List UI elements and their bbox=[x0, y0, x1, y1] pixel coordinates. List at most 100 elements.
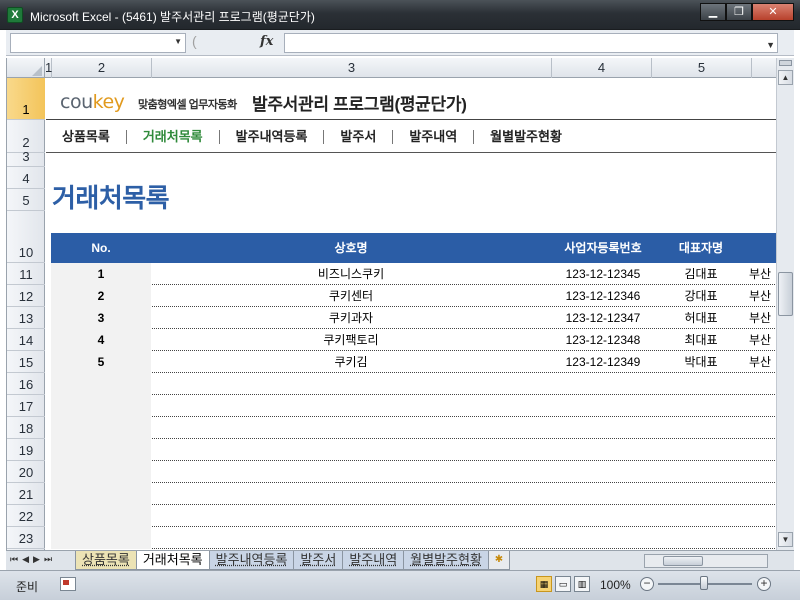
cell-address[interactable]: 부산 bbox=[749, 307, 777, 329]
nav-item-order-history[interactable]: 발주내역 bbox=[393, 129, 475, 144]
insert-function-icon[interactable]: fx bbox=[260, 34, 273, 49]
nav-item-order-entry[interactable]: 발주내역등록 bbox=[220, 129, 325, 144]
cell-no[interactable]: 5 bbox=[51, 351, 151, 373]
header-company-name[interactable]: 상호명 bbox=[151, 233, 551, 263]
row-header-10[interactable]: 10 bbox=[7, 211, 45, 263]
cell-no[interactable] bbox=[51, 417, 151, 439]
horizontal-scrollbar[interactable] bbox=[644, 554, 768, 568]
scroll-down-icon[interactable]: ▼ bbox=[778, 532, 793, 547]
row-header-13[interactable]: 13 bbox=[7, 307, 45, 329]
empty-row[interactable] bbox=[51, 483, 777, 505]
cell-no[interactable]: 3 bbox=[51, 307, 151, 329]
header-business-number[interactable]: 사업자등록번호 bbox=[551, 233, 655, 263]
row-header-21[interactable]: 21 bbox=[7, 483, 45, 505]
column-header-4[interactable]: 4 bbox=[552, 58, 652, 78]
row-header-19[interactable]: 19 bbox=[7, 439, 45, 461]
macro-record-icon[interactable] bbox=[60, 577, 76, 591]
cell-representative[interactable]: 강대표 bbox=[655, 285, 747, 307]
row-header-5[interactable]: 5 bbox=[7, 189, 45, 211]
sheet-tab-order-history[interactable]: 발주내역 bbox=[342, 551, 405, 570]
vertical-scrollbar[interactable]: ▲ ▼ bbox=[776, 58, 794, 550]
nav-item-products[interactable]: 상품목록 bbox=[46, 129, 127, 144]
select-all-corner[interactable] bbox=[7, 58, 45, 78]
nav-item-purchase-order[interactable]: 발주서 bbox=[324, 129, 394, 144]
row-header-14[interactable]: 14 bbox=[7, 329, 45, 351]
cell-no[interactable] bbox=[51, 527, 151, 549]
column-header-3[interactable]: 3 bbox=[152, 58, 552, 78]
row-header-22[interactable]: 22 bbox=[7, 505, 45, 527]
cell-representative[interactable]: 박대표 bbox=[655, 351, 747, 373]
row-header-3[interactable]: 3 bbox=[7, 149, 45, 167]
formula-input[interactable]: ▼ bbox=[284, 33, 778, 53]
cell-no[interactable] bbox=[51, 461, 151, 483]
cell-company-name[interactable]: 비즈니스쿠키 bbox=[151, 263, 551, 285]
excel-icon[interactable]: X bbox=[7, 7, 23, 23]
zoom-slider-thumb[interactable] bbox=[700, 576, 708, 590]
row-header-20[interactable]: 20 bbox=[7, 461, 45, 483]
sheet-tab-monthly-status[interactable]: 월별발주현황 bbox=[403, 551, 489, 570]
row-header-12[interactable]: 12 bbox=[7, 285, 45, 307]
page-break-view-icon[interactable]: ▥ bbox=[574, 576, 590, 592]
page-layout-view-icon[interactable]: ▭ bbox=[555, 576, 571, 592]
header-no[interactable]: No. bbox=[51, 233, 151, 263]
minimize-button[interactable]: ▁ bbox=[700, 3, 726, 21]
column-header-1[interactable]: 1 bbox=[45, 58, 52, 78]
table-row[interactable]: 4 쿠키팩토리 123-12-12348 최대표 부산 bbox=[51, 329, 777, 351]
cell-business-number[interactable]: 123-12-12348 bbox=[551, 329, 655, 351]
tab-navigation-icons[interactable]: ⏮◀▶⏭ bbox=[10, 554, 56, 565]
table-row[interactable]: 5 쿠키김 123-12-12349 박대표 부산 bbox=[51, 351, 777, 373]
chevron-down-icon[interactable]: ▼ bbox=[174, 37, 182, 46]
cell-no[interactable]: 4 bbox=[51, 329, 151, 351]
sheet-tab-clients[interactable]: 거래처목록 bbox=[135, 551, 210, 570]
row-header-11[interactable]: 11 bbox=[7, 263, 45, 285]
table-row[interactable]: 1 비즈니스쿠키 123-12-12345 김대표 부산 bbox=[51, 263, 777, 285]
cell-address[interactable]: 부산 bbox=[749, 329, 777, 351]
nav-item-clients[interactable]: 거래처목록 bbox=[127, 129, 220, 144]
row-header-4[interactable]: 4 bbox=[7, 167, 45, 189]
row-header-23[interactable]: 23 bbox=[7, 527, 45, 549]
zoom-out-icon[interactable]: − bbox=[640, 577, 654, 591]
empty-row[interactable] bbox=[51, 461, 777, 483]
scrollbar-thumb[interactable] bbox=[778, 272, 793, 316]
cell-address[interactable]: 부산 bbox=[749, 263, 777, 285]
empty-row[interactable] bbox=[51, 527, 777, 549]
sheet-tab-products[interactable]: 상품목록 bbox=[75, 551, 137, 570]
scroll-up-icon[interactable]: ▲ bbox=[778, 70, 793, 85]
insert-sheet-icon[interactable]: ✱ bbox=[487, 551, 510, 570]
cell-business-number[interactable]: 123-12-12349 bbox=[551, 351, 655, 373]
column-header-2[interactable]: 2 bbox=[52, 58, 152, 78]
header-representative[interactable]: 대표자명 bbox=[655, 233, 747, 263]
cell-business-number[interactable]: 123-12-12347 bbox=[551, 307, 655, 329]
row-header-1[interactable]: 1 bbox=[7, 78, 45, 120]
sheet-tab-order-entry[interactable]: 발주내역등록 bbox=[208, 551, 295, 570]
cell-no[interactable] bbox=[51, 483, 151, 505]
zoom-in-icon[interactable]: + bbox=[757, 577, 771, 591]
scrollbar-thumb[interactable] bbox=[663, 556, 703, 566]
nav-item-monthly-status[interactable]: 월별발주현황 bbox=[474, 129, 578, 144]
table-row[interactable]: 2 쿠키센터 123-12-12346 강대표 부산 bbox=[51, 285, 777, 307]
column-header-5[interactable]: 5 bbox=[652, 58, 752, 78]
row-header-15[interactable]: 15 bbox=[7, 351, 45, 373]
name-box[interactable]: ▼ bbox=[10, 33, 186, 53]
row-header-17[interactable]: 17 bbox=[7, 395, 45, 417]
empty-row[interactable] bbox=[51, 373, 777, 395]
split-handle[interactable] bbox=[779, 60, 792, 66]
cell-business-number[interactable]: 123-12-12346 bbox=[551, 285, 655, 307]
maximize-button[interactable]: ❐ bbox=[726, 3, 752, 21]
cell-no[interactable] bbox=[51, 373, 151, 395]
cell-company-name[interactable]: 쿠키김 bbox=[151, 351, 551, 373]
row-header-16[interactable]: 16 bbox=[7, 373, 45, 395]
cell-address[interactable]: 부산 bbox=[749, 285, 777, 307]
cell-representative[interactable]: 김대표 bbox=[655, 263, 747, 285]
cell-representative[interactable]: 허대표 bbox=[655, 307, 747, 329]
normal-view-icon[interactable]: ▦ bbox=[536, 576, 552, 592]
cell-company-name[interactable]: 쿠키과자 bbox=[151, 307, 551, 329]
empty-row[interactable] bbox=[51, 395, 777, 417]
cell-company-name[interactable]: 쿠키팩토리 bbox=[151, 329, 551, 351]
empty-row[interactable] bbox=[51, 505, 777, 527]
cell-area[interactable]: coukey 맞춤형엑셀 업무자동화 발주서관리 프로그램(평균단가) 상품목록… bbox=[46, 78, 777, 550]
zoom-level[interactable]: 100% bbox=[600, 578, 631, 592]
cell-no[interactable] bbox=[51, 395, 151, 417]
cell-business-number[interactable]: 123-12-12345 bbox=[551, 263, 655, 285]
close-button[interactable]: ✕ bbox=[752, 3, 794, 21]
